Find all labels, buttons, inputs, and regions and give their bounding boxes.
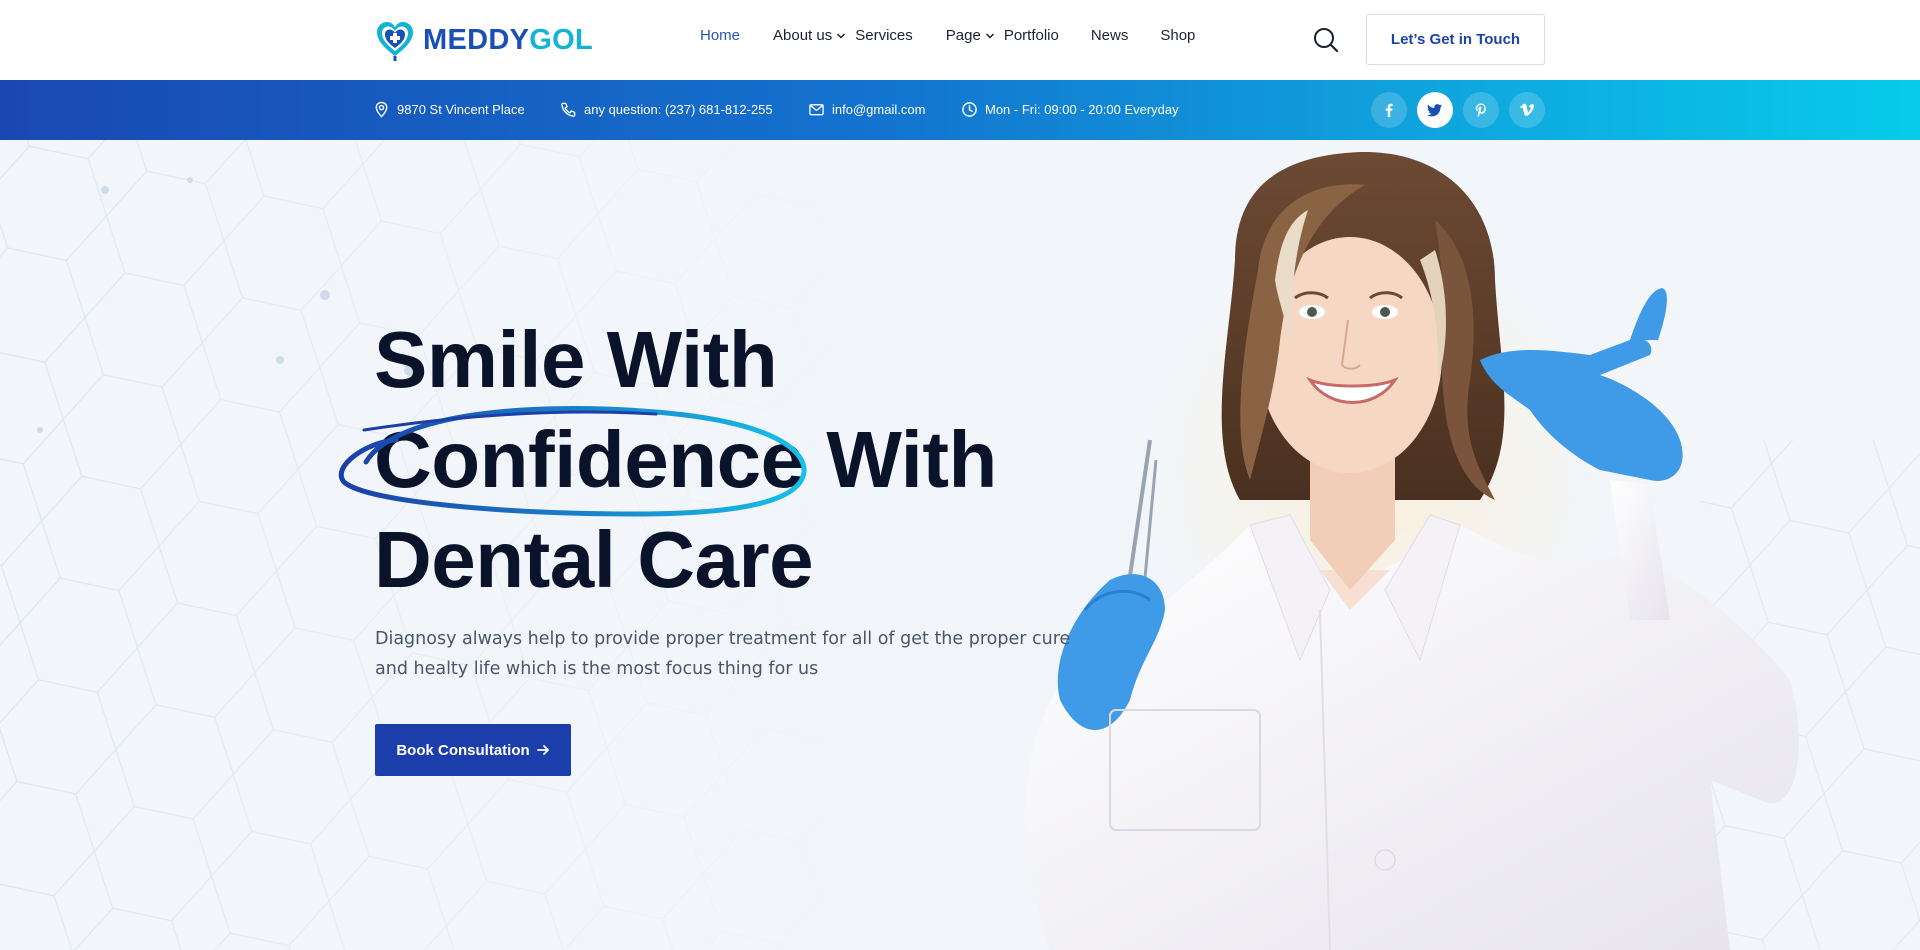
brand-name: MEDDYGOL — [423, 24, 593, 57]
smiling-dentist-image — [1025, 151, 1799, 950]
nav-item-label: Page — [945, 27, 981, 44]
headline-line-3: Dental Care — [374, 515, 814, 604]
email-text: info@gmail.com — [832, 102, 926, 117]
nav-item-label: About us — [773, 27, 833, 44]
brand-name-primary: MEDDY — [423, 23, 530, 56]
nav-item-label: Portfolio — [1003, 27, 1059, 44]
nav-item-portfolio[interactable]: Portfolio — [1004, 27, 1059, 44]
heart-stethoscope-logo-icon — [377, 22, 413, 61]
nav-item-about-us[interactable]: About us — [773, 27, 846, 44]
contact-topbar: 9870 St Vincent Place any question: (237… — [0, 80, 1920, 140]
headline-line-2-word: With — [826, 415, 997, 504]
search-icon[interactable] — [1312, 26, 1340, 54]
phone-icon — [561, 102, 576, 117]
address-info: 9870 St Vincent Place — [373, 101, 525, 118]
phone-text: any question: (237) 681-812-255 — [584, 102, 773, 117]
book-consultation-button[interactable]: Book Consultation — [375, 724, 571, 776]
nav-item-news[interactable]: News — [1091, 27, 1129, 44]
nav-item-shop[interactable]: Shop — [1160, 27, 1195, 44]
nav-item-label: News — [1090, 27, 1129, 44]
email-info[interactable]: info@gmail.com — [808, 101, 925, 118]
address-text: 9870 St Vincent Place — [397, 102, 525, 117]
chevron-down-icon — [837, 32, 846, 39]
nav-item-services[interactable]: Services — [855, 27, 913, 44]
get-in-touch-button[interactable]: Let’s Get in Touch — [1366, 14, 1545, 65]
mail-icon — [809, 104, 824, 116]
nav-item-label: Shop — [1160, 27, 1196, 44]
vimeo-link[interactable] — [1509, 92, 1545, 128]
chevron-down-icon — [985, 32, 994, 39]
main-nav: Home About us Services Page Portfolio Ne… — [700, 27, 1195, 44]
book-consultation-label: Book Consultation — [396, 741, 530, 759]
brand-name-accent: GOL — [529, 23, 593, 56]
highlight-ellipse-decoration — [338, 406, 807, 517]
phone-info[interactable]: any question: (237) 681-812-255 — [560, 101, 773, 118]
facebook-link[interactable] — [1371, 92, 1407, 128]
nav-item-label: Home — [700, 27, 741, 44]
headline-line-2-rest: With — [805, 415, 997, 504]
arrow-right-icon — [536, 745, 549, 755]
clock-icon — [962, 102, 977, 117]
nav-item-home[interactable]: Home — [700, 27, 740, 44]
hero-section: Smile With Confidence With Dental Care D… — [0, 140, 1920, 950]
nav-item-page[interactable]: Page — [946, 27, 995, 44]
twitter-icon — [1427, 104, 1442, 117]
hours-text: Mon - Fri: 09:00 - 20:00 Everyday — [985, 102, 1179, 117]
pinterest-link[interactable] — [1463, 92, 1499, 128]
nav-item-label: Services — [855, 27, 913, 44]
vimeo-icon — [1519, 103, 1535, 116]
location-pin-icon — [375, 101, 388, 118]
twitter-link[interactable] — [1417, 92, 1453, 128]
pinterest-icon — [1475, 103, 1486, 118]
social-links — [1371, 92, 1545, 128]
facebook-icon — [1385, 103, 1393, 117]
site-header: MEDDYGOL Home About us Services Page Por… — [0, 0, 1920, 80]
brand-logo[interactable]: MEDDYGOL — [373, 18, 593, 62]
hero-description: Diagnosy always help to provide proper t… — [375, 629, 1071, 679]
hours-info: Mon - Fri: 09:00 - 20:00 Everyday — [961, 101, 1179, 118]
